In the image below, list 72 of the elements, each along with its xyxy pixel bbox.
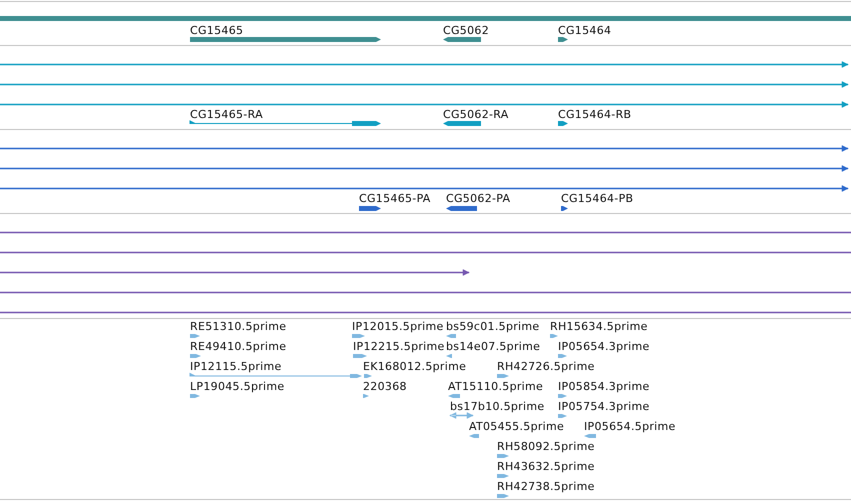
feature-line[interactable] xyxy=(0,101,848,108)
est-feature[interactable] xyxy=(550,334,558,338)
feature-label: CG5062 xyxy=(443,24,489,37)
feature-label: bs17b10.5prime xyxy=(450,400,544,413)
est-feature[interactable] xyxy=(363,394,369,398)
feature-line[interactable] xyxy=(0,292,851,294)
feature-label: CG5062-PA xyxy=(446,192,510,205)
feature-line[interactable] xyxy=(0,185,848,192)
feature-label: CG5062-RA xyxy=(443,108,509,121)
est-feature[interactable] xyxy=(558,354,567,358)
feature-line[interactable] xyxy=(0,252,851,254)
feature-label: bs14e07.5prime xyxy=(446,340,540,353)
est-feature[interactable] xyxy=(497,474,509,478)
feature-label: RE51310.5prime xyxy=(190,320,286,333)
feature-line[interactable] xyxy=(0,232,851,234)
est-feature[interactable] xyxy=(190,334,200,338)
feature-label: IP05654.3prime xyxy=(558,340,650,353)
est-feature[interactable] xyxy=(584,434,596,438)
transcript-feature[interactable] xyxy=(558,121,568,126)
feature-label: bs59c01.5prime xyxy=(446,320,540,333)
feature-label: IP12215.5prime xyxy=(353,340,445,353)
feature-label: CG15465-RA xyxy=(190,108,263,121)
transcript-feature[interactable] xyxy=(443,121,481,126)
feature-label: RH58092.5prime xyxy=(497,440,595,453)
feature-label: IP05854.3prime xyxy=(558,380,650,393)
gene-feature[interactable] xyxy=(443,37,481,42)
feature-label: LP19045.5prime xyxy=(190,380,284,393)
est-feature[interactable] xyxy=(497,454,509,458)
est-feature[interactable] xyxy=(558,414,567,418)
feature-label: CG15464 xyxy=(558,24,612,37)
est-feature[interactable] xyxy=(353,354,367,358)
feature-label: RH43632.5prime xyxy=(497,460,595,473)
protein-feature[interactable] xyxy=(446,206,477,211)
est-feature[interactable] xyxy=(364,374,372,378)
feature-label: CG15465 xyxy=(190,24,244,37)
feature-line[interactable] xyxy=(0,165,848,172)
feature-line[interactable] xyxy=(0,81,848,88)
est-feature[interactable] xyxy=(450,412,474,419)
feature-label: RH42738.5prime xyxy=(497,480,595,493)
feature-label: RH42726.5prime xyxy=(497,360,595,373)
feature-label: RE49410.5prime xyxy=(190,340,286,353)
feature-line[interactable] xyxy=(0,312,851,314)
feature-line[interactable] xyxy=(0,269,470,276)
est-feature[interactable] xyxy=(497,494,509,498)
feature-line[interactable] xyxy=(0,61,848,68)
est-feature[interactable] xyxy=(352,334,365,338)
feature-label: CG15465-PA xyxy=(359,192,431,205)
feature-label: RH15634.5prime xyxy=(550,320,648,333)
feature-label: IP05654.5prime xyxy=(584,420,676,433)
est-feature[interactable] xyxy=(190,394,200,398)
feature-label: EK168012.5prime xyxy=(363,360,466,373)
feature-label: IP05754.3prime xyxy=(558,400,650,413)
feature-label: IP12015.5prime xyxy=(352,320,444,333)
protein-feature[interactable] xyxy=(561,206,568,211)
transcript-feature[interactable] xyxy=(190,120,381,126)
feature-label: CG15464-RB xyxy=(558,108,632,121)
est-feature[interactable] xyxy=(446,354,452,358)
est-feature[interactable] xyxy=(469,434,479,438)
est-feature[interactable] xyxy=(446,334,456,338)
feature-label: CG15464-PB xyxy=(561,192,634,205)
est-feature[interactable] xyxy=(190,373,362,378)
feature-label: AT15110.5prime xyxy=(448,380,544,393)
gene-feature[interactable] xyxy=(558,37,568,42)
protein-feature[interactable] xyxy=(359,206,381,211)
feature-label: IP12115.5prime xyxy=(190,360,282,373)
feature-line[interactable] xyxy=(0,145,848,152)
est-feature[interactable] xyxy=(448,394,460,398)
est-feature[interactable] xyxy=(190,354,201,358)
est-feature[interactable] xyxy=(558,394,567,398)
est-feature[interactable] xyxy=(497,374,509,378)
feature-label: AT05455.5prime xyxy=(469,420,564,433)
feature-label: 220368 xyxy=(363,380,407,393)
